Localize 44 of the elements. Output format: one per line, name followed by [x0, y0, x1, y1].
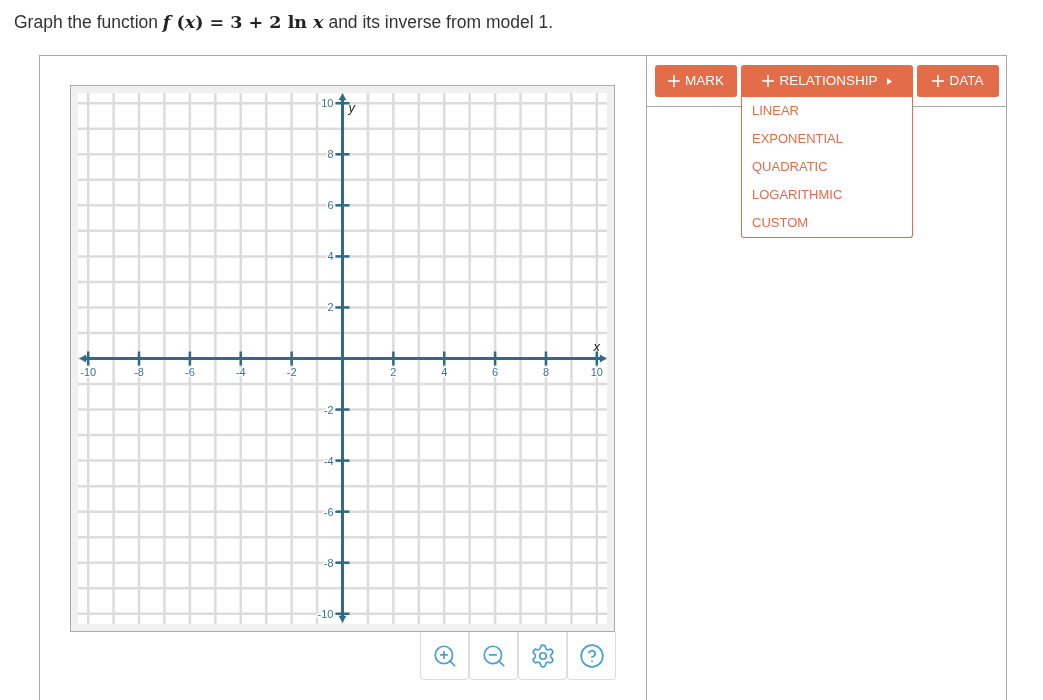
settings-icon — [529, 642, 556, 669]
tick-label: -2 — [286, 365, 297, 378]
tick-label: 6 — [492, 365, 499, 378]
help-button[interactable] — [567, 632, 616, 680]
zoom-in-button[interactable] — [420, 632, 469, 680]
zoom-out-button[interactable] — [469, 632, 518, 680]
plus-icon — [668, 75, 680, 87]
settings-button[interactable] — [518, 632, 567, 680]
tick-label: -6 — [185, 365, 195, 378]
tick-label: -2 — [323, 403, 334, 416]
axis-label: y — [348, 100, 355, 116]
coordinate-graph[interactable]: -10 -8 -6 -4 -2 2 4 6 8 10 -10 -8 -6 -4 -2 2 4 6 8 10 x y — [78, 93, 607, 624]
question-text: Graph the function f (x) = 3 + 2 ln x and its inverse from model 1. — [14, 11, 554, 33]
tick-label: -4 — [235, 365, 246, 378]
tick-label: -8 — [134, 365, 144, 378]
zoom-in-icon — [431, 642, 458, 669]
tick-label: 6 — [327, 199, 334, 212]
tick-label: 4 — [441, 365, 448, 378]
plus-icon — [762, 75, 775, 87]
tick-label: -4 — [323, 454, 334, 467]
menu-item[interactable]: EXPONENTIAL — [742, 125, 912, 153]
menu-item[interactable]: LOGARITHMIC — [742, 181, 912, 209]
tick-label: -10 — [80, 365, 97, 378]
zoom-out-icon — [480, 642, 507, 669]
axis-label: x — [593, 338, 601, 354]
tick-label: 2 — [327, 301, 334, 314]
tick-label: -10 — [317, 607, 334, 620]
tick-label: 10 — [321, 97, 334, 110]
toolbar-button[interactable]: MARK — [655, 65, 737, 97]
tick-label: 8 — [327, 148, 334, 161]
tick-label: -8 — [323, 556, 334, 569]
caret-icon — [886, 77, 892, 85]
menu-item[interactable]: LINEAR — [742, 97, 912, 125]
tick-label: -6 — [323, 505, 334, 518]
tick-label: 10 — [590, 365, 603, 378]
tick-label: 8 — [542, 365, 549, 378]
menu-item[interactable]: CUSTOM — [742, 209, 912, 237]
menu-item[interactable]: QUADRATIC — [742, 153, 912, 181]
toolbar-button[interactable]: DATA — [917, 65, 999, 97]
tick-label: 2 — [390, 365, 397, 378]
plus-icon — [932, 75, 945, 87]
dropdown-button[interactable]: RELATIONSHIP — [741, 65, 913, 97]
help-icon — [578, 642, 605, 669]
tick-label: 4 — [327, 250, 334, 263]
